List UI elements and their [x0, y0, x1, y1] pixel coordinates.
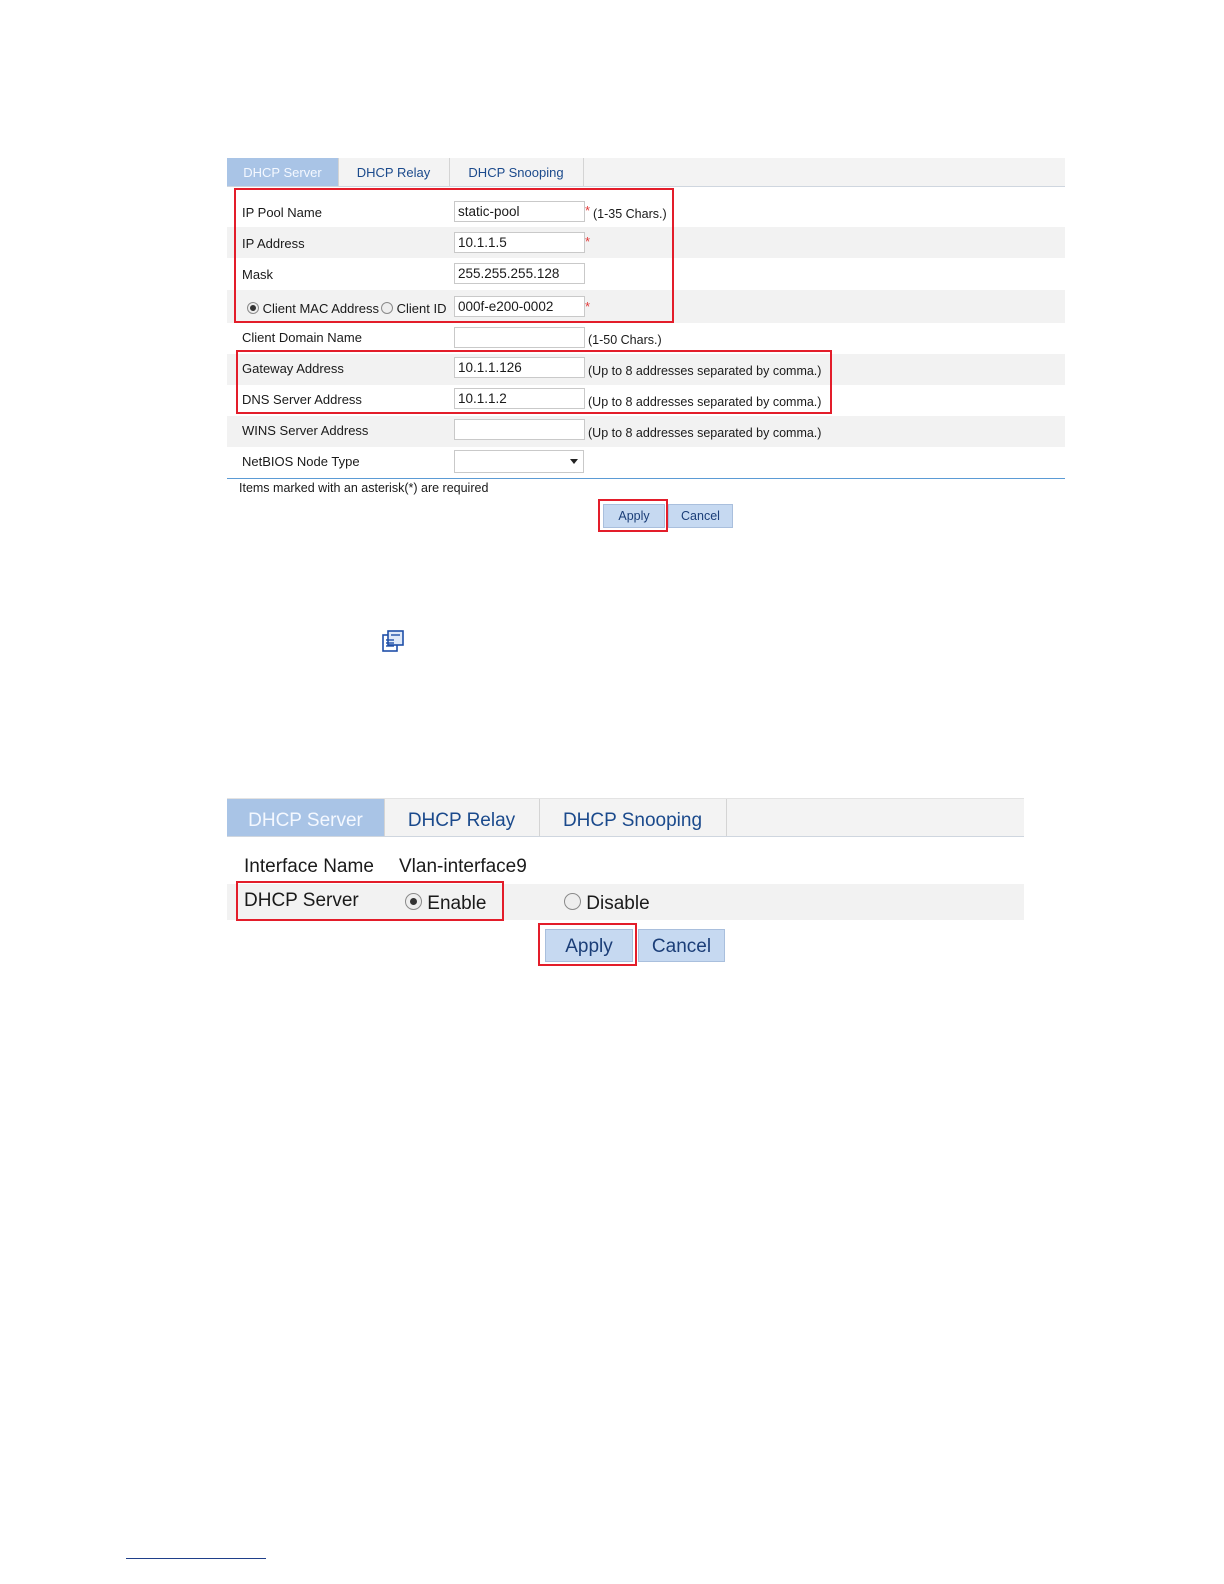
wins-row: WINS Server Address (Up to 8 addresses s… — [227, 416, 1065, 447]
chevron-down-icon — [570, 459, 578, 464]
wins-hint: (Up to 8 addresses separated by comma.) — [588, 426, 822, 440]
netbios-label: NetBIOS Node Type — [242, 454, 360, 469]
disable-label: Disable — [586, 893, 650, 914]
tab-dhcp-snooping[interactable]: DHCP Snooping — [539, 799, 727, 836]
netbios-row: NetBIOS Node Type — [227, 447, 1065, 478]
required-note: Items marked with an asterisk(*) are req… — [239, 481, 489, 495]
divider — [227, 478, 1065, 479]
netbios-select[interactable] — [454, 450, 584, 473]
tab-bar: DHCP Server DHCP Relay DHCP Snooping — [227, 798, 1024, 837]
client-domain-hint: (1-50 Chars.) — [588, 333, 662, 347]
tab-dhcp-server[interactable]: DHCP Server — [227, 158, 339, 186]
highlight-box — [538, 923, 637, 966]
highlight-box — [598, 499, 668, 532]
wins-input[interactable] — [454, 419, 585, 440]
wins-label: WINS Server Address — [242, 423, 369, 438]
tab-dhcp-relay[interactable]: DHCP Relay — [384, 799, 540, 836]
tab-bar: DHCP Server DHCP Relay DHCP Snooping — [227, 158, 1065, 187]
highlight-box — [236, 350, 832, 414]
cancel-button[interactable]: Cancel — [638, 929, 725, 962]
highlight-box — [236, 881, 504, 921]
client-domain-label: Client Domain Name — [242, 330, 362, 345]
interface-name-value: Vlan-interface9 — [399, 856, 527, 877]
footnote-rule — [126, 1558, 266, 1559]
interface-name-label: Interface Name — [244, 856, 374, 877]
tab-dhcp-snooping[interactable]: DHCP Snooping — [449, 158, 584, 186]
disable-radio[interactable]: Disable — [564, 893, 650, 915]
tab-dhcp-relay[interactable]: DHCP Relay — [338, 158, 450, 186]
note-icon — [381, 629, 405, 653]
highlight-box — [234, 188, 674, 323]
radio-unselected-icon — [564, 893, 581, 910]
cancel-button[interactable]: Cancel — [668, 504, 733, 528]
client-domain-input[interactable] — [454, 327, 585, 348]
tab-dhcp-server[interactable]: DHCP Server — [227, 799, 385, 836]
